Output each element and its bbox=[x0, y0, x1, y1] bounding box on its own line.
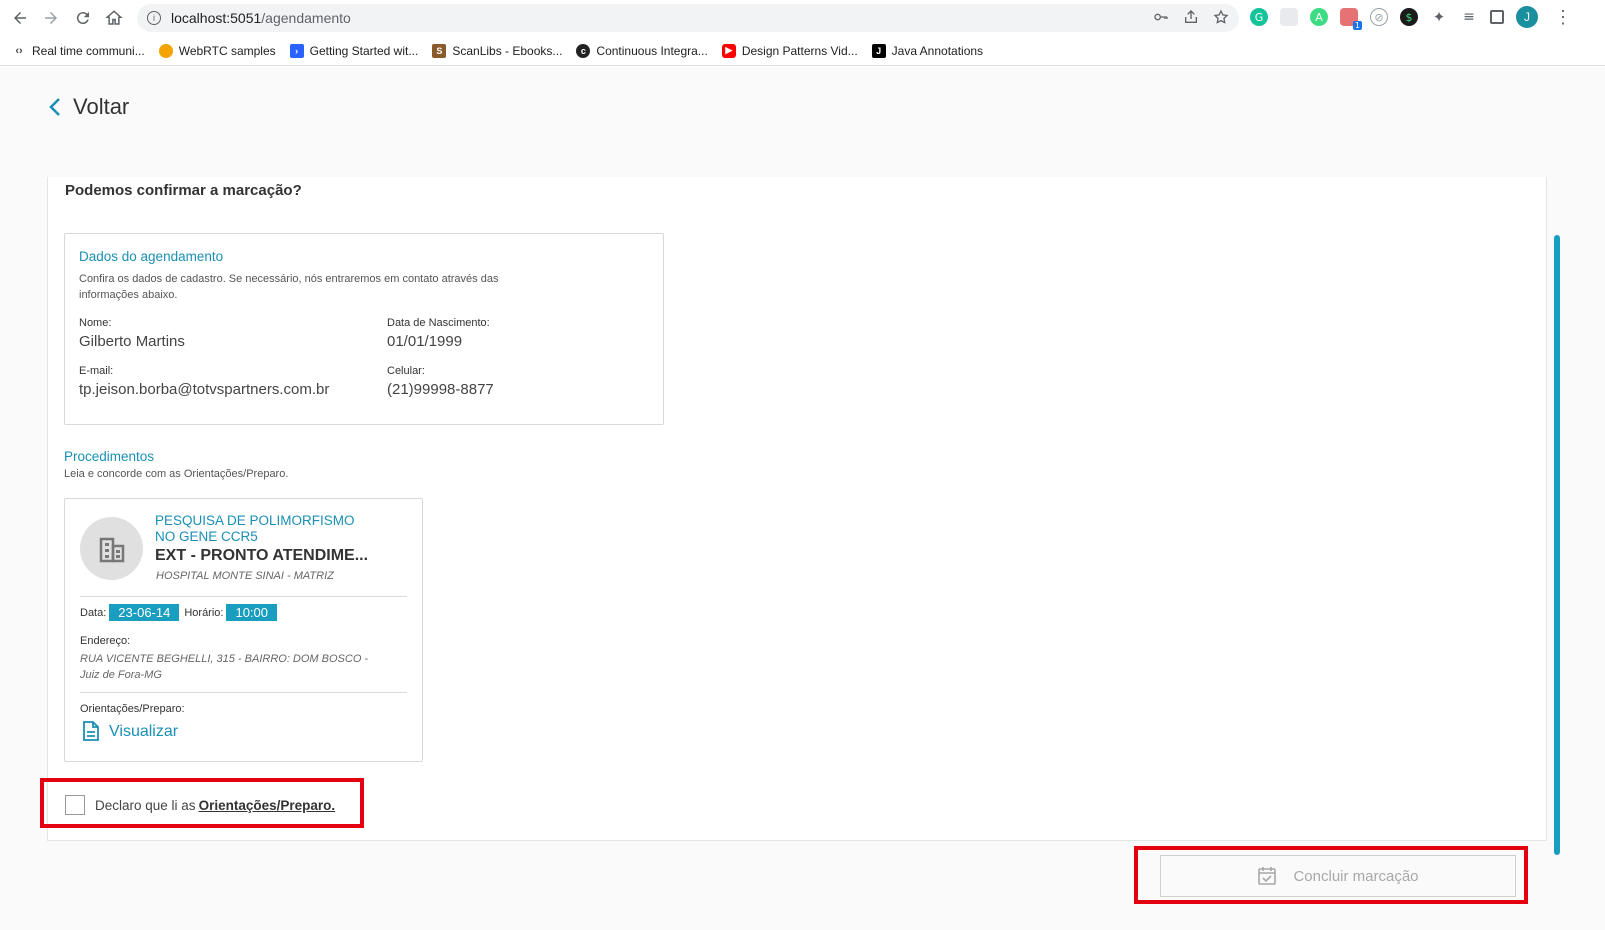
star-icon[interactable] bbox=[1213, 9, 1229, 28]
celular-label: Celular: bbox=[387, 365, 425, 377]
building-icon bbox=[80, 517, 143, 580]
reload-icon[interactable] bbox=[68, 3, 98, 33]
bookmark-label: Real time communi... bbox=[32, 43, 145, 58]
visualizar-label: Visualizar bbox=[109, 722, 179, 740]
dollar-icon[interactable]: $ bbox=[1400, 8, 1418, 26]
compass-icon[interactable]: ⊘ bbox=[1370, 8, 1388, 26]
procedimento-name-line2: NO GENE CCR5 bbox=[155, 529, 258, 544]
circleci-icon: c bbox=[576, 43, 591, 58]
nome-value: Gilberto Martins bbox=[79, 333, 185, 350]
site-info-icon[interactable]: i bbox=[147, 11, 161, 25]
vscode-icon: › bbox=[289, 43, 304, 58]
procedimentos-desc: Leia e concorde com as Orientações/Prepa… bbox=[64, 468, 289, 480]
nascimento-value: 01/01/1999 bbox=[387, 333, 463, 350]
dados-card: Dados do agendamento Confira os dados de… bbox=[64, 233, 664, 425]
email-value: tp.jeison.borba@totvspartners.com.br bbox=[79, 381, 330, 398]
document-icon bbox=[83, 721, 99, 741]
procedimento-unit: EXT - PRONTO ATENDIME... bbox=[155, 547, 369, 564]
dados-desc-line2: informações abaixo. bbox=[79, 289, 178, 301]
url-host: localhost:5051 bbox=[171, 10, 262, 26]
share-icon[interactable] bbox=[1183, 9, 1199, 28]
email-label: E-mail: bbox=[79, 365, 114, 377]
orientacoes-label: Orientações/Preparo: bbox=[80, 703, 185, 715]
endereco-line2: Juiz de Fora-MG bbox=[80, 669, 162, 681]
menu-kebab-icon[interactable]: ⋮ bbox=[1554, 7, 1572, 28]
procedimentos-title: Procedimentos bbox=[64, 449, 155, 464]
bookmark-item[interactable]: › Getting Started wit... bbox=[289, 43, 419, 58]
procedimento-name-line1: PESQUISA DE POLIMORFISMO bbox=[155, 513, 355, 528]
profile-avatar[interactable]: J bbox=[1516, 6, 1538, 28]
url-path: /agendamento bbox=[261, 10, 351, 26]
bookmarks-bar: ‹› Real time communi... WebRTC samples ›… bbox=[0, 36, 1605, 66]
side-panel-icon[interactable] bbox=[1490, 10, 1504, 24]
webrtc-icon bbox=[158, 43, 173, 58]
confirmation-panel: Podemos confirmar a marcação? Dados do a… bbox=[47, 177, 1547, 841]
procedimento-hospital: HOSPITAL MONTE SINAI - MATRIZ bbox=[156, 570, 334, 582]
android-icon[interactable]: A bbox=[1310, 8, 1328, 26]
horario-label: Horário: bbox=[184, 606, 224, 619]
extension-grid-icon[interactable] bbox=[1280, 8, 1298, 26]
bookmark-item[interactable]: ‹› Real time communi... bbox=[12, 43, 145, 58]
home-icon[interactable] bbox=[99, 3, 129, 33]
horario-badge: 10:00 bbox=[226, 604, 278, 621]
back-arrow-icon[interactable] bbox=[5, 3, 35, 33]
dados-title: Dados do agendamento bbox=[79, 249, 224, 264]
nome-label: Nome: bbox=[79, 317, 112, 329]
extension-badge-icon[interactable]: 1 bbox=[1340, 8, 1362, 30]
grammarly-icon[interactable]: G bbox=[1250, 8, 1268, 26]
bookmark-label: Design Patterns Vid... bbox=[741, 43, 858, 58]
nascimento-label: Data de Nascimento: bbox=[387, 317, 490, 329]
puzzle-icon[interactable]: ✦ bbox=[1430, 8, 1448, 26]
extension-badge-count: 1 bbox=[1352, 21, 1362, 30]
bookmark-label: WebRTC samples bbox=[178, 43, 276, 58]
highlight-box-declaracao bbox=[40, 778, 364, 828]
address-bar[interactable]: i localhost:5051/agendamento bbox=[137, 4, 1239, 32]
bookmark-label: Java Annotations bbox=[891, 43, 984, 58]
key-icon[interactable] bbox=[1153, 9, 1169, 28]
back-link[interactable]: Voltar bbox=[47, 94, 129, 120]
bookmark-label: Getting Started wit... bbox=[309, 43, 419, 58]
bookmark-item[interactable]: WebRTC samples bbox=[158, 43, 276, 58]
bookmark-item[interactable]: c Continuous Integra... bbox=[576, 43, 708, 58]
bookmark-label: Continuous Integra... bbox=[596, 43, 708, 58]
highlight-box-concluir bbox=[1134, 846, 1528, 904]
code-brackets-icon: ‹› bbox=[15, 44, 23, 57]
bookmark-label: ScanLibs - Ebooks... bbox=[452, 43, 563, 58]
endereco-line1: RUA VICENTE BEGHELLI, 315 - BAIRRO: DOM … bbox=[80, 653, 369, 665]
endereco-value: RUA VICENTE BEGHELLI, 315 - BAIRRO: DOM … bbox=[80, 651, 390, 683]
extensions-area: G A 1 ⊘ $ ✦ ≡ J ⋮ bbox=[1250, 6, 1572, 30]
forward-arrow-icon[interactable] bbox=[36, 3, 66, 33]
bookmark-item[interactable]: ▶ Design Patterns Vid... bbox=[721, 43, 858, 58]
page-content: Voltar Podemos confirmar a marcação? Dad… bbox=[0, 67, 1605, 930]
j-icon: J bbox=[871, 43, 886, 58]
endereco-label: Endereço: bbox=[80, 635, 131, 647]
scrollbar[interactable] bbox=[1554, 235, 1560, 855]
data-label: Data: bbox=[80, 606, 107, 619]
divider bbox=[80, 596, 407, 597]
youtube-icon: ▶ bbox=[721, 43, 736, 58]
procedimento-card: PESQUISA DE POLIMORFISMO NO GENE CCR5 EX… bbox=[64, 498, 423, 762]
divider bbox=[80, 692, 407, 693]
data-horario-row: Data: 23-06-14 Horário: 10:00 bbox=[80, 604, 278, 621]
scanlibs-icon: S bbox=[432, 43, 447, 58]
page-title: Podemos confirmar a marcação? bbox=[65, 182, 302, 199]
visualizar-link[interactable]: Visualizar bbox=[82, 721, 178, 742]
browser-toolbar: i localhost:5051/agendamento G A 1 ⊘ $ ✦… bbox=[0, 0, 1605, 36]
dados-desc-line1: Confira os dados de cadastro. Se necessá… bbox=[79, 273, 499, 285]
chevron-left-icon bbox=[49, 98, 60, 116]
reading-list-icon[interactable]: ≡ bbox=[1460, 8, 1478, 26]
procedimento-name: PESQUISA DE POLIMORFISMO NO GENE CCR5 bbox=[155, 513, 375, 545]
celular-value: (21)99998-8877 bbox=[387, 381, 494, 398]
bookmark-item[interactable]: J Java Annotations bbox=[871, 43, 984, 58]
data-badge: 23-06-14 bbox=[109, 604, 180, 621]
back-label: Voltar bbox=[73, 94, 130, 119]
bookmark-item[interactable]: S ScanLibs - Ebooks... bbox=[432, 43, 563, 58]
